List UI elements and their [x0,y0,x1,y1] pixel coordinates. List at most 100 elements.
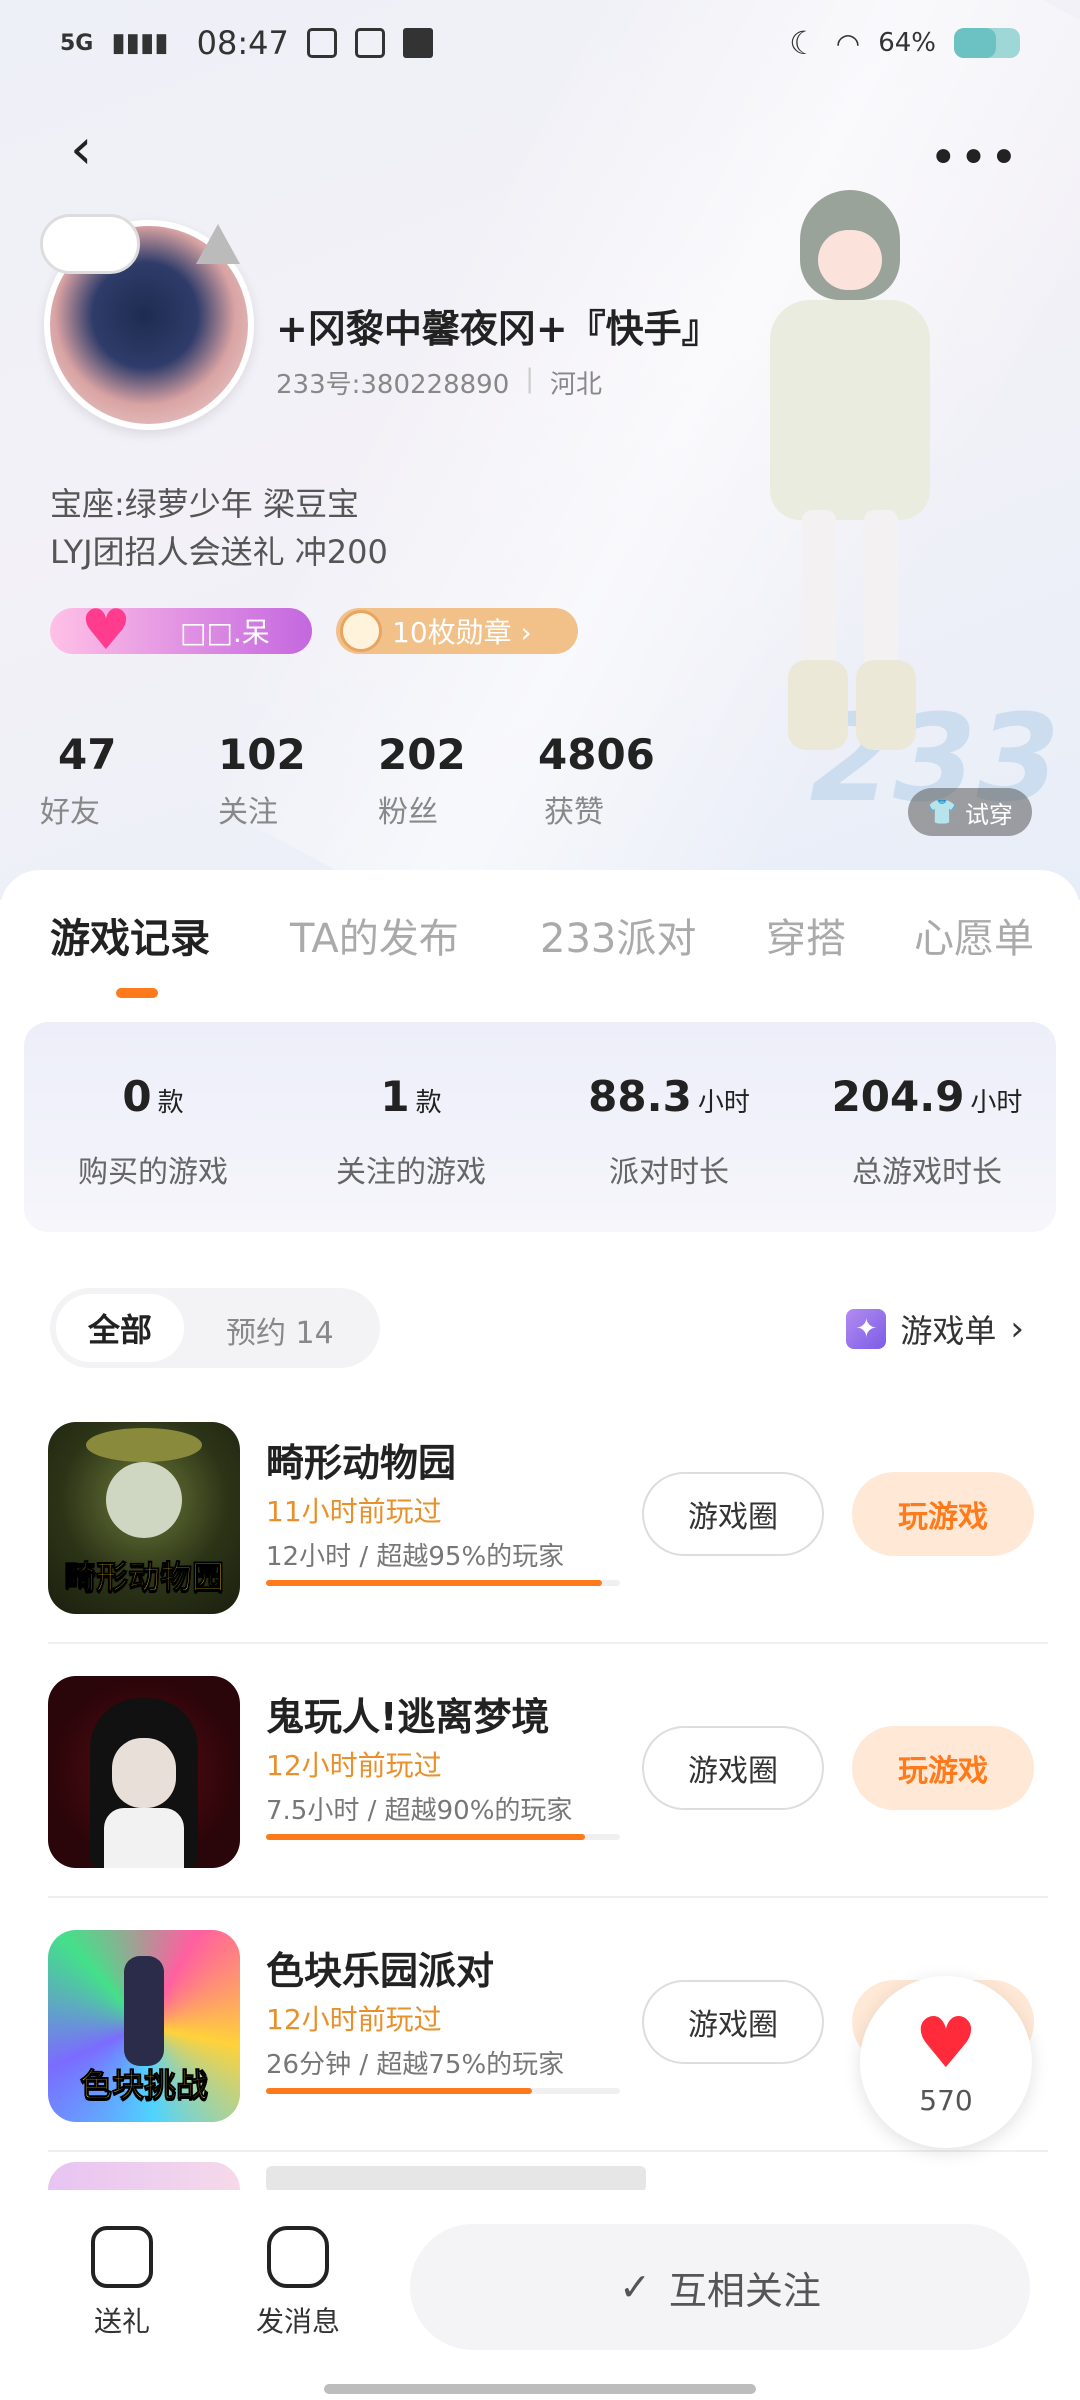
content-sheet: 游戏记录 TA的发布 233派对 穿搭 心愿单 0款 购买的游戏 1款 关注的游… [0,870,1080,2400]
game-playtime-stat: 12小时 / 超越95%的玩家 [266,1542,565,1572]
summary-followed[interactable]: 1款 关注的游戏 [282,1022,540,1232]
summary-number: 0 [122,1072,152,1121]
summary-number: 204.9 [831,1072,965,1121]
bio-line: 宝座:绿萝少年 梁豆宝 [50,485,359,523]
game-title: 色块乐园派对 [266,1949,495,1993]
stat-label: 获赞 [544,795,604,830]
summary-unit: 小时 [697,1088,750,1118]
filter-reserved[interactable]: 预约 14 [226,1308,334,1352]
play-game-button[interactable]: 玩游戏 [852,1472,1034,1556]
network-indicator: 5G [60,30,94,56]
cover-title: 色块挑战 [79,2066,208,2105]
summary-unit: 款 [415,1088,442,1118]
game-notification-icon [354,28,385,58]
bottom-action-bar: 送礼 发消息 ✓ 互相关注 [0,2190,1080,2400]
summary-value: 88.3 小时 [588,1072,750,1121]
game-last-played: 12小时前玩过 [266,2003,442,2036]
game-cover[interactable]: 色块挑战 [48,1930,240,2122]
try-on-label: 试穿 [964,800,1013,829]
tab-party[interactable]: 233派对 [540,906,696,964]
game-row-partial[interactable] [48,2152,1048,2192]
profile-stats: 47 好友 102 关注 202 粉丝 4806 获赞 [40,730,680,831]
summary-unit: 款 [157,1088,184,1118]
stat-value: 202 [378,730,466,779]
square-notification-icon [402,28,433,58]
wifi-icon: ◠ [835,26,861,60]
nameplate-label: □□.呆 [180,616,270,649]
summary-purchased[interactable]: 0款 购买的游戏 [24,1022,282,1232]
summary-label: 总游戏时长 [852,1155,1002,1190]
user-id[interactable]: 233号:380228890 [276,364,509,401]
sparkle-icon: ✦ [846,1309,887,1349]
game-playtime-stat: 7.5小时 / 超越90%的玩家 [266,1796,573,1826]
stat-likes[interactable]: 4806 获赞 [520,730,680,831]
summary-label: 派对时长 [609,1155,729,1190]
back-icon[interactable]: ‹ [70,120,120,180]
stat-label: 关注 [218,795,278,830]
gift-label: 送礼 [93,2305,150,2338]
summary-value: 0款 [122,1072,183,1121]
play-game-button[interactable]: 玩游戏 [852,1726,1034,1810]
stat-value: 4806 [538,730,655,779]
gift-button[interactable]: 送礼 [62,2226,182,2340]
profile-tabs: 游戏记录 TA的发布 233派对 穿搭 心愿单 [0,870,1080,1010]
tab-game-records[interactable]: 游戏记录 [50,906,210,964]
game-cover[interactable] [48,1676,240,1868]
summary-party-time[interactable]: 88.3 小时 派对时长 [540,1022,798,1232]
summary-label: 购买的游戏 [78,1155,228,1190]
game-circle-button[interactable]: 游戏圈 [642,1726,824,1810]
stat-label: 粉丝 [378,795,438,830]
summary-value: 204.9 小时 [832,1072,1023,1121]
message-button[interactable]: 发消息 [238,2226,358,2340]
stat-value: 102 [218,730,306,779]
battery-icon [954,28,1020,58]
status-bar: 5G ▮▮▮▮ 08:47 ☾ ◠ 64% [60,18,1020,68]
stat-value: 47 [58,730,117,779]
avatar-character[interactable] [740,190,960,810]
game-last-played: 11小时前玩过 [266,1495,442,1528]
tab-active-indicator [116,988,158,998]
character-face [818,230,882,290]
home-indicator[interactable] [324,2384,756,2394]
game-list-link[interactable]: ✦ 游戏单 › [846,1306,1024,1352]
stat-friends[interactable]: 47 好友 [40,730,200,831]
shirt-icon: 👕 [927,798,957,826]
filter-all[interactable]: 全部 [56,1294,184,1362]
meta-divider: | [525,364,535,394]
game-row[interactable]: 畸形动物园 畸形动物园 11小时前玩过 12小时 / 超越95%的玩家 游戏圈 … [48,1390,1048,1644]
try-on-button[interactable]: 👕 试穿 [908,788,1032,836]
summary-total-time[interactable]: 204.9 小时 总游戏时长 [798,1022,1056,1232]
summary-number: 88.3 [588,1072,692,1121]
avatar-bow-decoration [40,214,140,274]
character-hoodie [770,300,930,520]
game-filter-toggle: 全部 预约 14 [50,1288,380,1368]
more-options-icon[interactable]: ••• [929,130,1020,186]
game-row[interactable]: 鬼玩人!逃离梦境 12小时前玩过 7.5小时 / 超越90%的玩家 游戏圈 玩游… [48,1644,1048,1898]
game-circle-button[interactable]: 游戏圈 [642,1980,824,2064]
stat-following[interactable]: 102 关注 [200,730,360,831]
game-cover[interactable]: 畸形动物园 [48,1422,240,1614]
like-button[interactable]: ♥ 570 [860,1976,1032,2148]
profile-header: 5G ▮▮▮▮ 08:47 ☾ ◠ 64% ‹ ••• +冈黎中馨夜冈+『快手』… [0,0,1080,900]
battery-percent: 64% [878,28,936,58]
game-progress-bar [266,1580,620,1586]
game-playtime-stat: 26分钟 / 超越75%的玩家 [266,2050,565,2080]
tab-wishlist[interactable]: 心愿单 [914,906,1034,964]
summary-label: 关注的游戏 [336,1155,486,1190]
mutual-follow-button[interactable]: ✓ 互相关注 [410,2224,1030,2350]
app-notification-icon [306,28,337,58]
game-title: 畸形动物园 [266,1441,457,1485]
cover-face [112,1738,176,1808]
progress-fill [266,1580,603,1586]
game-summary-card: 0款 购买的游戏 1款 关注的游戏 88.3 小时 派对时长 204.9 小时 总游… [24,1022,1056,1232]
tab-posts[interactable]: TA的发布 [290,906,459,964]
game-progress-bar [266,1834,620,1840]
summary-unit: 小时 [970,1088,1023,1118]
status-time: 08:47 [196,24,289,62]
tab-outfits[interactable]: 穿搭 [766,906,846,964]
game-circle-button[interactable]: 游戏圈 [642,1472,824,1556]
stat-fans[interactable]: 202 粉丝 [360,730,520,831]
bio-line: LYJ团招人会送礼 冲200 [50,533,388,571]
character-leg [802,510,836,680]
progress-fill [266,2088,532,2094]
